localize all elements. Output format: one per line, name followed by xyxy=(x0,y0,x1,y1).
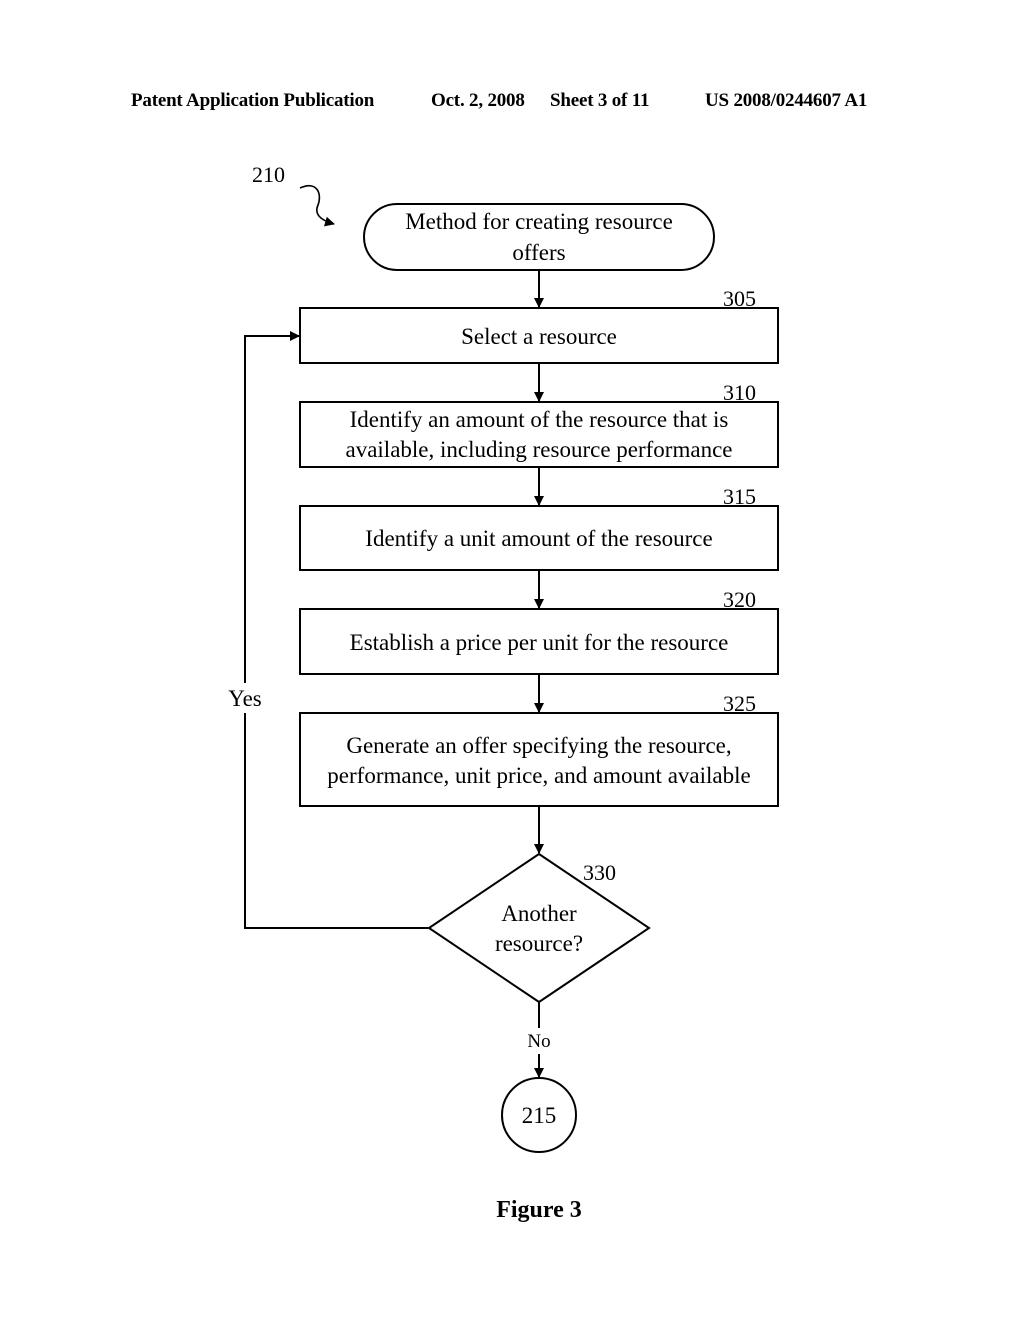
step-ref-325: 325 xyxy=(723,691,756,716)
step-box-325 xyxy=(299,712,779,807)
method-ref-label: 210 xyxy=(252,162,285,187)
step-ref-310: 310 xyxy=(723,380,756,405)
step-text-325-line2: performance, unit price, and amount avai… xyxy=(327,763,750,788)
decision-ref-330: 330 xyxy=(583,860,616,885)
yes-label: Yes xyxy=(228,686,262,711)
figure-caption: Figure 3 xyxy=(496,1197,582,1223)
step-text-305: Select a resource xyxy=(461,324,617,349)
yes-loop-line-upper xyxy=(244,331,300,683)
step-ref-315: 315 xyxy=(723,484,756,509)
decision-diamond-330 xyxy=(427,852,651,1004)
step-text-310-line2: available, including resource performanc… xyxy=(346,437,733,462)
step-text-315: Identify a unit amount of the resource xyxy=(365,526,712,551)
no-label: No xyxy=(527,1031,550,1052)
step-text-325-line1: Generate an offer specifying the resourc… xyxy=(346,733,731,758)
start-text-line2: offers xyxy=(512,240,565,265)
step-ref-305: 305 xyxy=(723,286,756,311)
step-text-320: Establish a price per unit for the resou… xyxy=(350,630,729,655)
end-connector-label: 215 xyxy=(522,1103,557,1128)
step-text-310-line1: Identify an amount of the resource that … xyxy=(350,407,729,432)
decision-text-line2: resource? xyxy=(495,931,583,956)
start-text-line1: Method for creating resource xyxy=(405,209,673,234)
method-ref-arrow xyxy=(299,185,335,227)
step-ref-320: 320 xyxy=(723,587,756,612)
flowchart: 210 Method for creating resource offers … xyxy=(228,162,779,1223)
decision-text-line1: Another xyxy=(501,901,577,926)
